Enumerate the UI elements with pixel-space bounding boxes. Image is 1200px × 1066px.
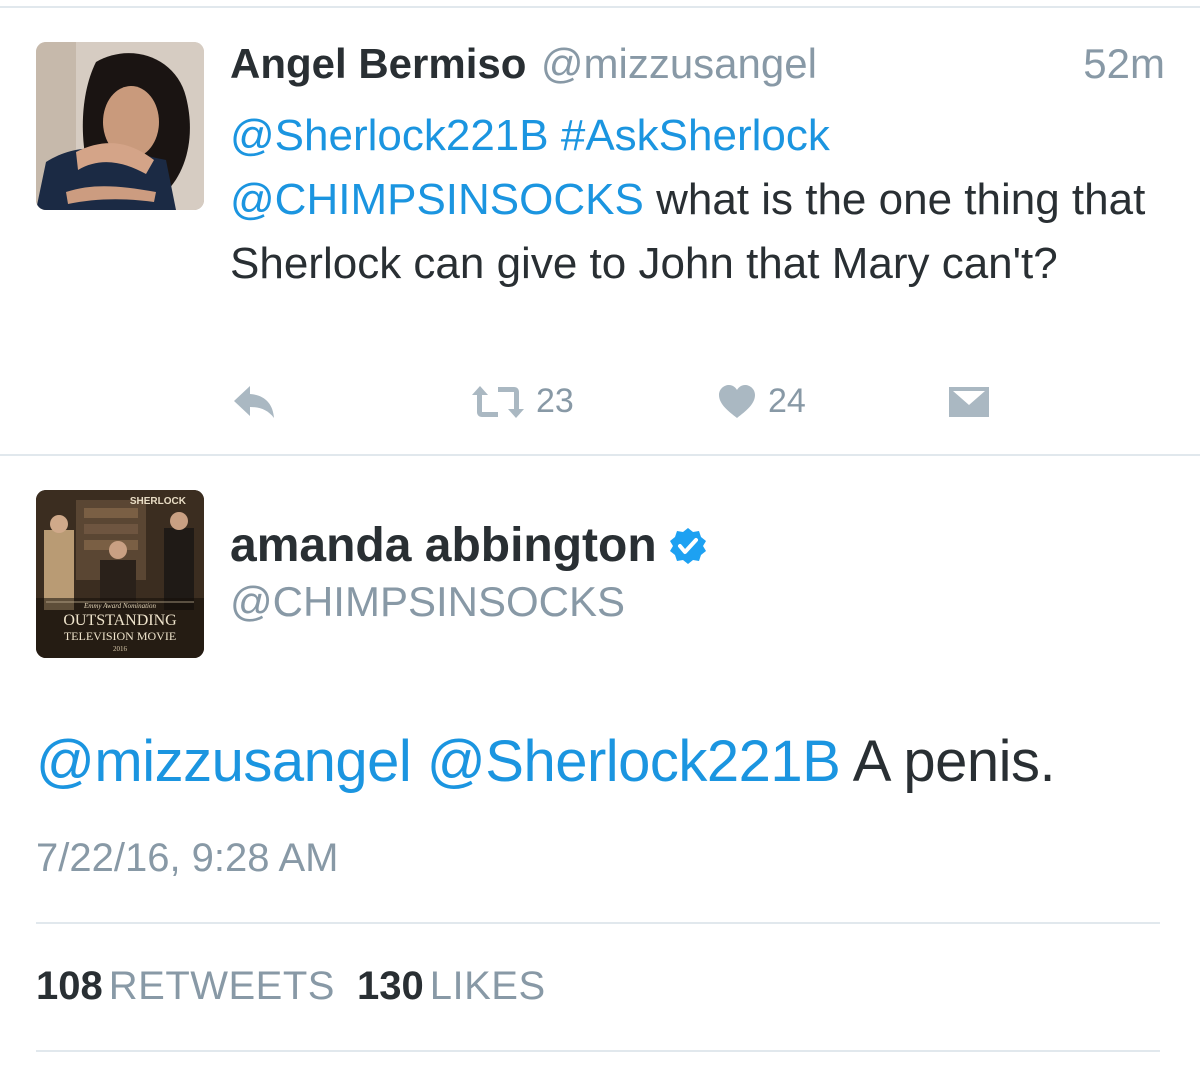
user-name-row: amanda abbington (230, 518, 707, 573)
retweets-label: RETWEETS (108, 964, 335, 1008)
stats-top-divider (36, 922, 1160, 924)
avatar[interactable] (36, 42, 204, 210)
mention-link[interactable]: @Sherlock221B (427, 729, 841, 794)
reply-icon (234, 386, 274, 418)
tweet-text: @Sherlock221B #AskSherlock @CHIMPSINSOCK… (230, 104, 1160, 296)
top-divider (0, 6, 1200, 8)
tweet-date[interactable]: 7/22/16, 9:28 AM (36, 836, 338, 881)
avatar-line2-text: TELEVISION MOVIE (64, 629, 176, 643)
avatar-year-text: 2016 (113, 645, 128, 653)
heart-icon (719, 384, 755, 418)
stats-bottom-divider (36, 1050, 1160, 1052)
retweet-icon (472, 385, 524, 418)
mention-link[interactable]: @CHIMPSINSOCKS (230, 175, 644, 224)
likes-count: 130 (356, 964, 424, 1008)
timestamp[interactable]: 52m (1083, 40, 1165, 88)
user-handle[interactable]: @CHIMPSINSOCKS (230, 578, 625, 626)
likes-stat[interactable]: 130 LIKES (357, 964, 568, 1008)
avatar-brand-text: SHERLOCK (130, 496, 187, 507)
tweet-header: Angel Bermiso @mizzusangel 52m (230, 40, 1165, 96)
likes-label: LIKES (429, 964, 546, 1008)
mention-link[interactable]: @mizzusangel (36, 729, 412, 794)
hashtag-link[interactable]: #AskSherlock (561, 111, 830, 160)
retweet-count: 23 (536, 382, 574, 420)
avatar[interactable]: SHERLOCK Emmy Award Nomination OUTSTANDI… (36, 490, 204, 658)
envelope-icon (949, 387, 989, 417)
user-handle[interactable]: @mizzusangel (541, 40, 817, 87)
verified-badge-icon (669, 527, 706, 564)
user-name[interactable]: amanda abbington (230, 518, 657, 573)
tweet-divider (0, 454, 1200, 456)
retweets-stat[interactable]: 108 RETWEETS (36, 964, 357, 1008)
direct-message-button[interactable] (948, 386, 990, 418)
avatar-tagline-text: Emmy Award Nomination (83, 602, 156, 610)
mention-link[interactable]: @Sherlock221B (230, 111, 549, 160)
user-name[interactable]: Angel Bermiso (230, 40, 526, 87)
tweet-stats: 108 RETWEETS 130 LIKES (36, 964, 568, 1009)
retweets-count: 108 (36, 964, 103, 1008)
like-button[interactable]: 24 (718, 382, 806, 421)
retweet-button[interactable]: 23 (470, 382, 574, 421)
reply-button[interactable] (232, 384, 278, 420)
tweet-text: @mizzusangel @Sherlock221B A penis. (36, 728, 1056, 795)
like-count: 24 (768, 382, 806, 420)
tweet-actions: 23 24 (0, 378, 1200, 426)
avatar-line1-text: OUTSTANDING (63, 612, 177, 629)
tweet-body: A penis. (840, 729, 1056, 794)
